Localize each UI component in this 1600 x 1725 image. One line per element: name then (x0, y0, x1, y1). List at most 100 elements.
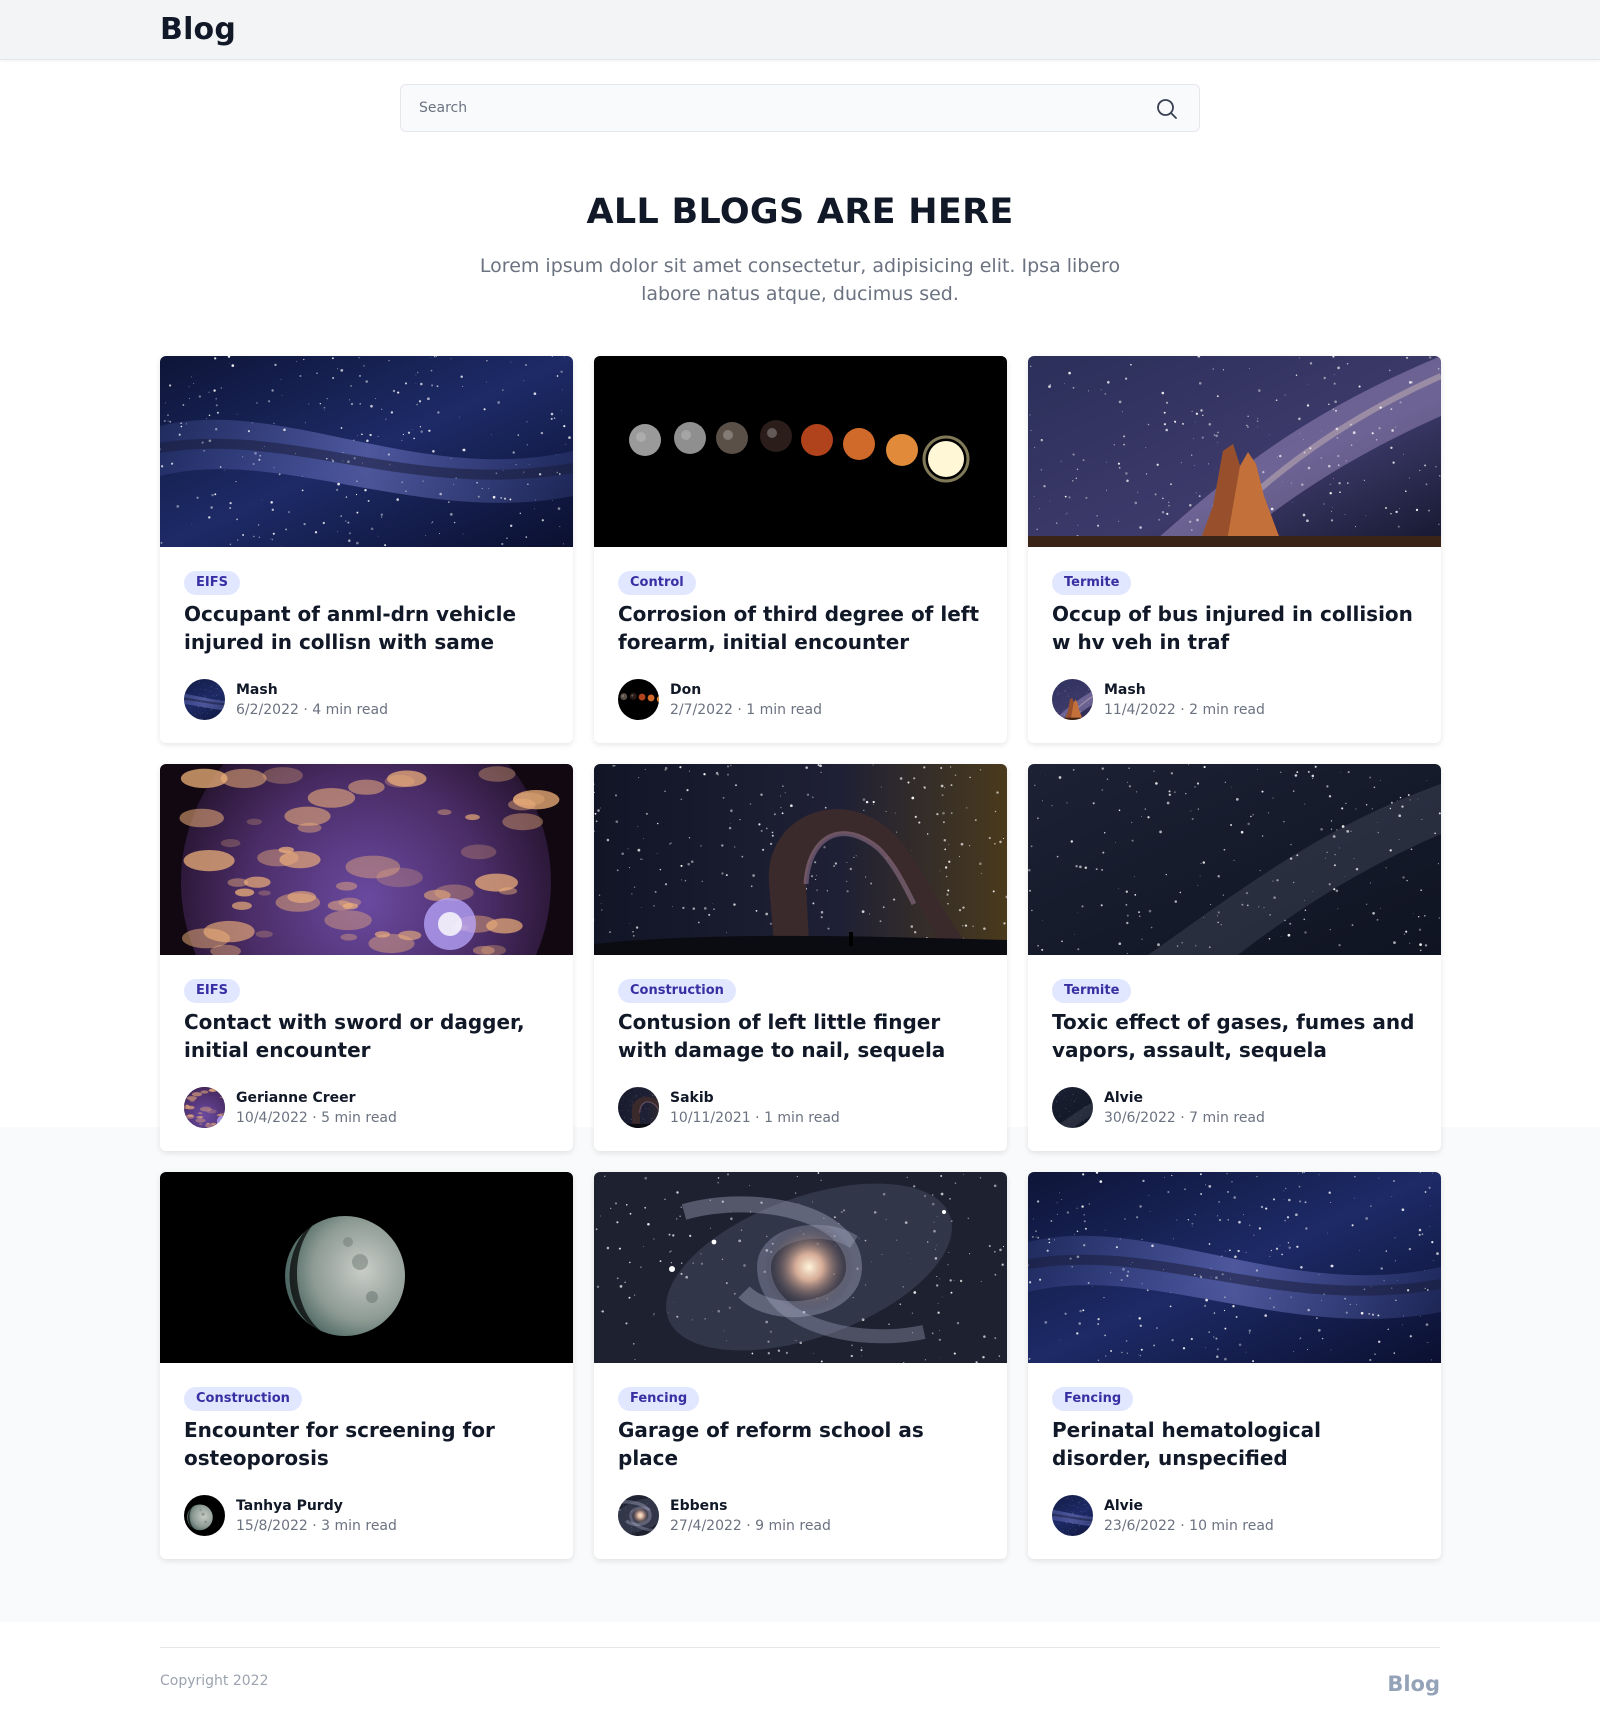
cover-photo (160, 1172, 573, 1363)
blog-card[interactable]: Construction Encounter for screening for… (160, 1172, 573, 1559)
top-navbar: Blog (0, 0, 1600, 60)
card-title[interactable]: Toxic effect of gases, fumes and vapors,… (1052, 1008, 1417, 1064)
avatar (184, 679, 225, 720)
category-tag[interactable]: Construction (184, 1387, 302, 1411)
category-tag[interactable]: Fencing (618, 1387, 700, 1411)
author-name: Mash (1104, 682, 1146, 698)
footer-divider (160, 1647, 1440, 1648)
post-date: 6/2/2022 (236, 702, 299, 718)
post-date: 11/4/2022 (1104, 702, 1176, 718)
avatar (1052, 679, 1093, 720)
cover-photo (1028, 764, 1441, 955)
blog-card[interactable]: Construction Contusion of left little fi… (594, 764, 1007, 1151)
author-name: Sakib (670, 1090, 714, 1106)
post-meta: 23/6/2022 · 10 min read (1104, 1518, 1274, 1534)
post-meta: 30/6/2022 · 7 min read (1104, 1110, 1265, 1126)
post-date: 30/6/2022 (1104, 1110, 1176, 1126)
avatar-photo (618, 1087, 659, 1128)
cover-photo (594, 764, 1007, 955)
author-name: Alvie (1104, 1498, 1144, 1514)
card-title[interactable]: Perinatal hematological disorder, unspec… (1052, 1416, 1417, 1472)
author-name: Alvie (1104, 1090, 1144, 1106)
read-time: 2 min read (1189, 702, 1265, 718)
post-meta: 10/11/2021 · 1 min read (670, 1110, 840, 1126)
author-name: Tanhya Purdy (236, 1498, 343, 1514)
avatar-photo (1052, 679, 1093, 720)
read-time: 1 min read (764, 1110, 840, 1126)
avatar (1052, 1495, 1093, 1536)
card-cover-image[interactable] (160, 1172, 573, 1363)
read-time: 9 min read (755, 1518, 831, 1534)
avatar (184, 1495, 225, 1536)
post-meta: 6/2/2022 · 4 min read (236, 702, 388, 718)
avatar (184, 1087, 225, 1128)
search-icon[interactable] (1155, 97, 1179, 121)
footer-brand-logo[interactable]: Blog (1387, 1672, 1440, 1696)
avatar-photo (1052, 1087, 1093, 1128)
card-title[interactable]: Contusion of left little finger with dam… (618, 1008, 983, 1064)
footer-copyright: Copyright 2022 (160, 1673, 269, 1689)
read-time: 7 min read (1189, 1110, 1265, 1126)
card-cover-image[interactable] (160, 356, 573, 547)
blog-card[interactable]: Termite Toxic effect of gases, fumes and… (1028, 764, 1441, 1151)
cover-photo (1028, 1172, 1441, 1363)
avatar-photo (184, 1495, 225, 1536)
post-meta: 27/4/2022 · 9 min read (670, 1518, 831, 1534)
avatar (1052, 1087, 1093, 1128)
card-cover-image[interactable] (1028, 1172, 1441, 1363)
card-title[interactable]: Contact with sword or dagger, initial en… (184, 1008, 549, 1064)
card-title[interactable]: Encounter for screening for osteoporosis (184, 1416, 549, 1472)
post-date: 27/4/2022 (670, 1518, 742, 1534)
avatar-photo (618, 1495, 659, 1536)
card-cover-image[interactable] (1028, 356, 1441, 547)
card-title[interactable]: Garage of reform school as place (618, 1416, 983, 1472)
author-name: Don (670, 682, 702, 698)
category-tag[interactable]: EIFS (184, 979, 240, 1003)
cover-photo (594, 356, 1007, 547)
brand-logo[interactable]: Blog (160, 12, 236, 47)
avatar (618, 1495, 659, 1536)
card-cover-image[interactable] (594, 1172, 1007, 1363)
avatar-photo (184, 1087, 225, 1128)
blog-card[interactable]: Termite Occup of bus injured in collisio… (1028, 356, 1441, 743)
card-title[interactable]: Occupant of anml-drn vehicle injured in … (184, 600, 549, 656)
search-bar (400, 84, 1200, 132)
author-name: Gerianne Creer (236, 1090, 356, 1106)
cover-photo (160, 764, 573, 955)
blog-card-grid: EIFS Occupant of anml-drn vehicle injure… (160, 356, 1441, 1559)
read-time: 1 min read (746, 702, 822, 718)
blog-card[interactable]: Control Corrosion of third degree of lef… (594, 356, 1007, 743)
card-title[interactable]: Occup of bus injured in collision w hv v… (1052, 600, 1417, 656)
author-name: Ebbens (670, 1498, 728, 1514)
category-tag[interactable]: Termite (1052, 979, 1132, 1003)
category-tag[interactable]: Construction (618, 979, 736, 1003)
cover-photo (1028, 356, 1441, 547)
blog-card[interactable]: EIFS Occupant of anml-drn vehicle injure… (160, 356, 573, 743)
category-tag[interactable]: Control (618, 571, 696, 595)
read-time: 10 min read (1189, 1518, 1274, 1534)
blog-card[interactable]: Fencing Garage of reform school as place… (594, 1172, 1007, 1559)
avatar-photo (1052, 1495, 1093, 1536)
post-date: 15/8/2022 (236, 1518, 308, 1534)
read-time: 3 min read (321, 1518, 397, 1534)
post-date: 2/7/2022 (670, 702, 733, 718)
post-date: 10/4/2022 (236, 1110, 308, 1126)
read-time: 4 min read (312, 702, 388, 718)
category-tag[interactable]: Termite (1052, 571, 1132, 595)
category-tag[interactable]: Fencing (1052, 1387, 1134, 1411)
card-cover-image[interactable] (1028, 764, 1441, 955)
post-meta: 15/8/2022 · 3 min read (236, 1518, 397, 1534)
blog-card[interactable]: EIFS Contact with sword or dagger, initi… (160, 764, 573, 1151)
author-name: Mash (236, 682, 278, 698)
search-input[interactable] (419, 85, 1119, 131)
card-cover-image[interactable] (594, 356, 1007, 547)
post-meta: 11/4/2022 · 2 min read (1104, 702, 1265, 718)
page-subtitle: Lorem ipsum dolor sit amet consectetur, … (479, 255, 1121, 305)
card-title[interactable]: Corrosion of third degree of left forear… (618, 600, 983, 656)
card-cover-image[interactable] (160, 764, 573, 955)
blog-card[interactable]: Fencing Perinatal hematological disorder… (1028, 1172, 1441, 1559)
category-tag[interactable]: EIFS (184, 571, 240, 595)
read-time: 5 min read (321, 1110, 397, 1126)
card-cover-image[interactable] (594, 764, 1007, 955)
cover-photo (160, 356, 573, 547)
